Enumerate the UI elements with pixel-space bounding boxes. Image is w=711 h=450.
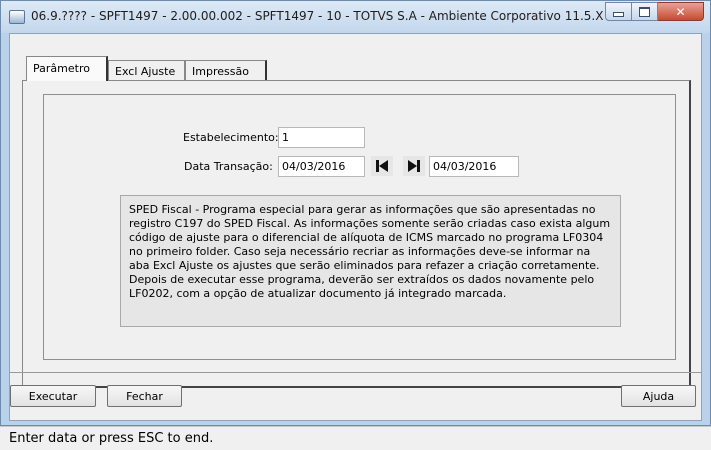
status-bar: Enter data or press ESC to end.	[0, 426, 711, 450]
executar-button[interactable]: Executar	[10, 385, 96, 407]
app-window: 06.9.???? - SPFT1497 - 2.00.00.002 - SPF…	[0, 0, 711, 426]
skip-first-icon	[376, 160, 388, 172]
tab-impressao[interactable]: Impressão	[185, 60, 267, 80]
fechar-button[interactable]: Fechar	[107, 385, 182, 407]
minimize-icon	[613, 12, 624, 17]
caption-buttons: ✕	[605, 2, 704, 21]
window-title: 06.9.???? - SPFT1497 - 2.00.00.002 - SPF…	[31, 9, 619, 23]
tab-panel-parametro: Estabelecimento: 1 Data Transação: 04/03…	[22, 80, 691, 388]
data-inicial-field[interactable]: 04/03/2016	[278, 156, 365, 177]
parameters-group: Estabelecimento: 1 Data Transação: 04/03…	[43, 94, 676, 360]
app-window-icon[interactable]	[9, 10, 25, 24]
first-button[interactable]	[371, 156, 393, 176]
maximize-icon	[639, 6, 650, 17]
tab-excl-ajuste[interactable]: Excl Ajuste	[108, 60, 185, 80]
button-bar: Executar Fechar Ajuda	[10, 372, 701, 418]
ajuda-button[interactable]: Ajuda	[621, 385, 696, 407]
estabelecimento-field[interactable]: 1	[278, 127, 365, 148]
tab-parametro[interactable]: Parâmetro	[26, 56, 108, 81]
close-button[interactable]: ✕	[658, 2, 704, 21]
skip-last-icon	[408, 160, 420, 172]
estabelecimento-label: Estabelecimento:	[183, 131, 279, 144]
maximize-button[interactable]	[632, 2, 658, 21]
last-button[interactable]	[403, 156, 425, 176]
description-text: SPED Fiscal - Programa especial para ger…	[120, 195, 621, 327]
title-bar[interactable]: 06.9.???? - SPFT1497 - 2.00.00.002 - SPF…	[1, 1, 710, 33]
client-area: Parâmetro Excl Ajuste Impressão Estabele…	[9, 33, 702, 421]
data-final-field[interactable]: 04/03/2016	[429, 156, 519, 177]
status-text: Enter data or press ESC to end.	[9, 431, 214, 446]
close-icon: ✕	[675, 4, 686, 19]
data-transacao-label: Data Transação:	[184, 160, 273, 173]
minimize-button[interactable]	[605, 2, 632, 21]
